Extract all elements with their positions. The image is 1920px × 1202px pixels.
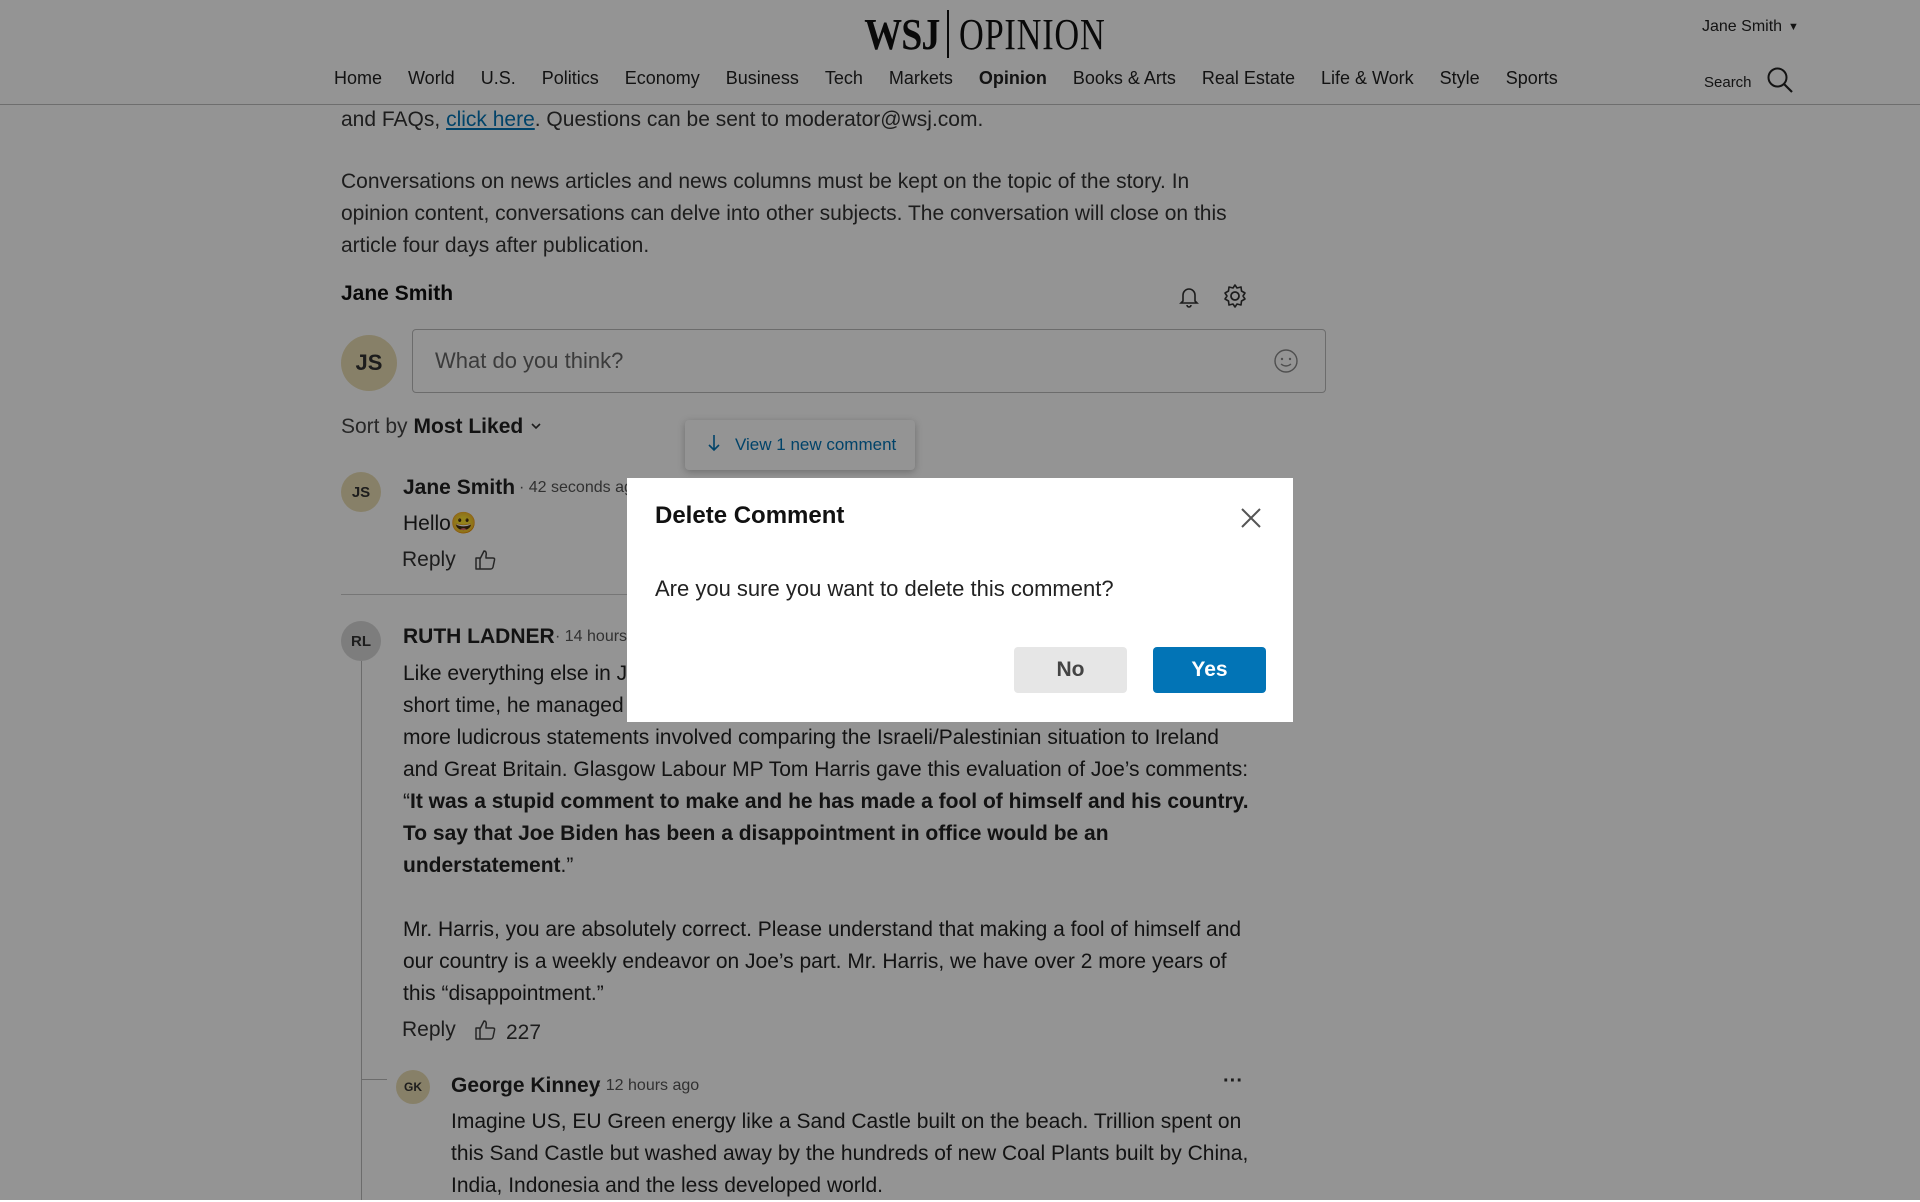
close-icon[interactable] [1239,506,1263,535]
dialog-title: Delete Comment [655,502,845,529]
delete-comment-dialog: Delete Comment Are you sure you want to … [627,478,1293,722]
no-button[interactable]: No [1014,647,1127,693]
yes-button[interactable]: Yes [1153,647,1266,693]
dialog-message: Are you sure you want to delete this com… [655,576,1114,601]
